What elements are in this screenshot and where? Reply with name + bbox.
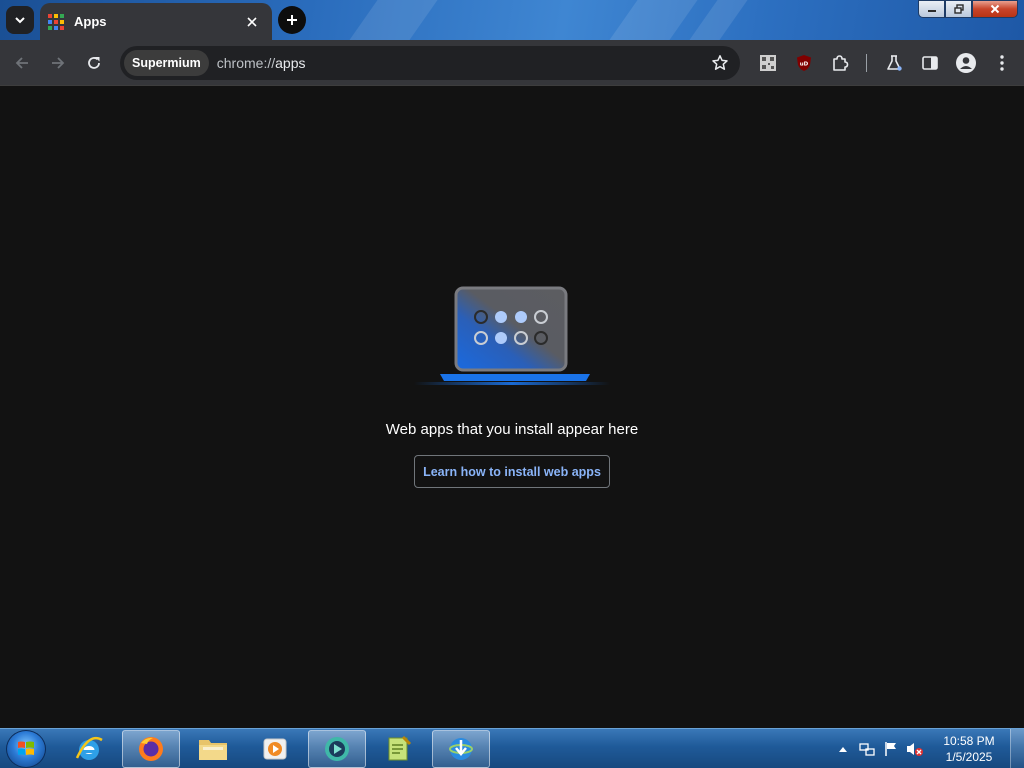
browser-titlebar: Apps xyxy=(0,0,1024,40)
taskbar-internet-explorer[interactable] xyxy=(60,730,118,768)
extensions-button[interactable] xyxy=(826,49,854,77)
close-icon xyxy=(247,16,257,27)
puzzle-piece-icon xyxy=(833,55,849,71)
window-close-button[interactable] xyxy=(972,0,1018,18)
apps-page: Web apps that you install appear here Le… xyxy=(0,87,1024,728)
aero-glass-streak xyxy=(328,0,452,40)
learn-install-web-apps-button[interactable]: Learn how to install web apps xyxy=(414,455,610,488)
restore-icon xyxy=(953,4,964,14)
taskbar-internet-download-manager[interactable] xyxy=(432,730,490,768)
tab-search-button[interactable] xyxy=(6,6,34,34)
clock-date: 1/5/2025 xyxy=(945,750,993,764)
bookmark-star-button[interactable] xyxy=(710,53,730,73)
folder-icon xyxy=(199,740,227,760)
tab-apps[interactable]: Apps xyxy=(40,3,272,40)
forward-button[interactable] xyxy=(44,49,72,77)
minimize-icon xyxy=(927,10,936,12)
more-vertical-icon xyxy=(1000,55,1004,71)
apps-grid-icon xyxy=(48,13,64,30)
firefox-icon xyxy=(139,737,163,761)
flag-icon xyxy=(885,742,896,756)
window-controls xyxy=(918,0,1018,18)
plus-icon xyxy=(287,15,297,25)
browser-menu-button[interactable] xyxy=(988,49,1016,77)
speaker-muted-icon xyxy=(907,743,923,756)
internet-explorer-icon xyxy=(75,736,103,760)
site-chip[interactable]: Supermium xyxy=(124,50,209,76)
media-player-icon xyxy=(263,738,287,760)
taskbar-media-player[interactable] xyxy=(246,730,304,768)
url-text[interactable]: chrome://apps xyxy=(217,55,306,71)
flask-icon xyxy=(887,55,902,71)
taskbar-firefox[interactable] xyxy=(122,730,180,768)
arrow-right-icon xyxy=(52,57,65,69)
action-center-tray-button[interactable] xyxy=(880,738,902,760)
minimize-button[interactable] xyxy=(918,0,945,18)
arrow-left-icon xyxy=(15,57,28,69)
restore-button[interactable] xyxy=(945,0,972,18)
network-tray-button[interactable] xyxy=(856,738,878,760)
taskbar-clock[interactable]: 10:58 PM 1/5/2025 xyxy=(934,733,1004,765)
tab-close-button[interactable] xyxy=(242,12,262,32)
download-manager-icon xyxy=(449,738,473,760)
close-icon xyxy=(990,4,1000,14)
clock-time: 10:58 PM xyxy=(943,734,995,748)
side-panel-button[interactable] xyxy=(916,49,944,77)
browser-toolbar: Supermium chrome://apps uD xyxy=(0,40,1024,86)
start-button[interactable] xyxy=(6,730,46,768)
back-button[interactable] xyxy=(8,49,36,77)
qr-code-icon xyxy=(760,55,776,71)
ublock-origin-extension-button[interactable]: uD xyxy=(790,49,818,77)
toolbar-divider xyxy=(866,54,867,72)
qr-code-extension-button[interactable] xyxy=(754,49,782,77)
new-tab-button[interactable] xyxy=(278,6,306,34)
empty-state-message: Web apps that you install appear here xyxy=(385,421,639,438)
notepad-plus-icon xyxy=(388,735,412,761)
profile-button[interactable] xyxy=(952,49,980,77)
address-bar[interactable]: Supermium chrome://apps xyxy=(120,46,740,80)
web-apps-illustration xyxy=(414,286,610,385)
reload-icon xyxy=(88,57,100,69)
show-hidden-icons-button[interactable] xyxy=(832,738,854,760)
windows-logo-icon xyxy=(18,741,34,755)
ublock-shield-icon: uD xyxy=(797,55,811,71)
account-avatar-icon xyxy=(956,53,976,73)
side-panel-icon xyxy=(922,56,938,70)
chevron-up-icon xyxy=(839,747,847,752)
tab-title: Apps xyxy=(74,14,107,29)
star-icon xyxy=(712,55,728,70)
supermium-icon xyxy=(325,737,349,761)
windows-taskbar: 10:58 PM 1/5/2025 xyxy=(0,728,1024,768)
network-icon xyxy=(859,743,875,756)
system-tray: 10:58 PM 1/5/2025 xyxy=(832,729,1024,768)
chrome-labs-button[interactable] xyxy=(880,49,908,77)
chevron-down-icon xyxy=(15,17,25,24)
taskbar-supermium-browser[interactable] xyxy=(308,730,366,768)
reload-button[interactable] xyxy=(80,49,108,77)
taskbar-file-explorer[interactable] xyxy=(184,730,242,768)
volume-tray-button[interactable] xyxy=(904,738,926,760)
svg-text:uD: uD xyxy=(800,62,809,68)
show-desktop-button[interactable] xyxy=(1010,729,1024,768)
taskbar-notepad-plus[interactable] xyxy=(370,730,428,768)
